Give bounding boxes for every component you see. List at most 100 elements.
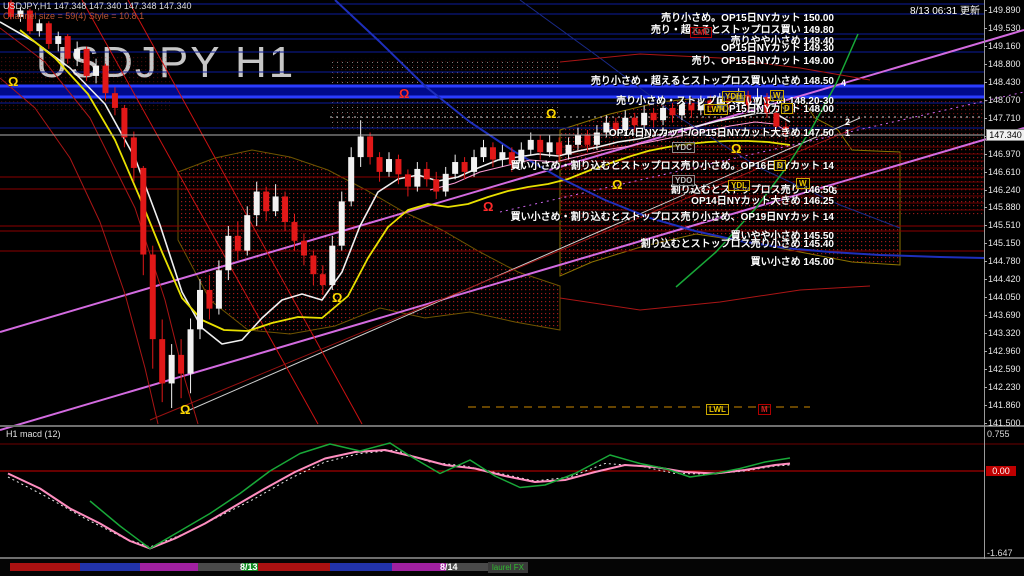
omega-marker: Ω [180, 402, 190, 417]
candle-body [443, 174, 449, 192]
macd-signal-dotted [8, 450, 790, 547]
candle-body [310, 256, 316, 275]
price-axis-label: 146.970 [988, 149, 1021, 159]
trade-annotation: 買い小さめ 145.00 [751, 253, 834, 268]
candle-body [339, 201, 345, 245]
price-axis-label: 142.230 [988, 382, 1021, 392]
candle-body [150, 255, 156, 340]
level-label-box: D [774, 160, 786, 171]
candle-body [216, 270, 222, 308]
candle-body [462, 162, 468, 172]
indicator-info: Channel size = 59(4) Style = 10.8.1 [3, 11, 144, 21]
candle-body [197, 290, 203, 329]
candle-body [556, 142, 562, 154]
count-marker: 4 [841, 78, 846, 88]
level-label-box: M [758, 404, 771, 415]
axis-tick [984, 423, 987, 424]
axis-tick [984, 297, 987, 298]
level-label-box: W [796, 178, 810, 189]
candle-body [660, 108, 666, 120]
axis-tick [984, 28, 987, 29]
price-axis-label: 148.430 [988, 77, 1021, 87]
price-axis-label: 144.050 [988, 292, 1021, 302]
price-axis-label: 144.420 [988, 274, 1021, 284]
time-axis-strip[interactable]: laurel FX 8/138/14 [0, 559, 1024, 576]
omega-marker: Ω [612, 177, 622, 192]
candle-body [178, 355, 184, 374]
candle-body [329, 246, 335, 285]
level-label-box: YDO [672, 175, 695, 186]
main-chart[interactable] [0, 0, 1024, 576]
price-axis-label: 148.800 [988, 59, 1021, 69]
candle-body [348, 157, 354, 201]
omega-marker: Ω [399, 86, 409, 101]
axis-tick [984, 10, 987, 11]
env-red-4 [560, 286, 870, 310]
price-axis-label: 144.780 [988, 256, 1021, 266]
axis-tick [984, 225, 987, 226]
session-segment [258, 563, 330, 571]
trade-annotation: 割り込むとストップロス売り小さめ 145.40 [641, 235, 834, 250]
price-axis-label: 149.530 [988, 23, 1021, 33]
level-label-box: W [770, 90, 784, 101]
candle-body [235, 236, 241, 251]
price-axis-label: 146.610 [988, 167, 1021, 177]
axis-tick [984, 405, 987, 406]
ohlc-info: USDJPY,H1 147.348 147.340 147.348 147.34… [3, 1, 192, 11]
pane-separator [0, 425, 1024, 427]
candle-body [528, 140, 534, 150]
candle-body [395, 159, 401, 174]
date-label: 8/13 [240, 562, 258, 572]
brand-stamp: laurel FX [488, 562, 528, 573]
axis-tick [984, 333, 987, 334]
price-axis-label: 149.160 [988, 41, 1021, 51]
axis-tick [984, 387, 987, 388]
axis-tick [984, 82, 987, 83]
macd-line-pink [8, 450, 790, 549]
candle-body [292, 222, 298, 241]
price-axis-label: 148.070 [988, 95, 1021, 105]
candle-body [377, 157, 383, 172]
indicator-title: H1 macd (12) [6, 429, 61, 439]
candle-body [547, 142, 553, 152]
candle-body [566, 145, 572, 155]
level-label-box: YDL [728, 180, 750, 191]
macd-line-green [90, 443, 790, 549]
omega-marker: Ω [546, 106, 556, 121]
axis-tick [984, 279, 987, 280]
candle-body [46, 23, 52, 44]
session-segment [330, 563, 392, 571]
axis-tick [984, 369, 987, 370]
count-marker: 5 [832, 186, 837, 196]
candle-body [244, 215, 250, 250]
candle-body [55, 36, 61, 44]
axis-tick [984, 118, 987, 119]
trade-annotation: 買い小さめ・割り込むとストップロス売り小さめ、OP19日NYカット 14 [511, 208, 834, 223]
candle-body [131, 137, 137, 168]
omega-marker: Ω [8, 74, 18, 89]
level-label-box: LML [690, 27, 712, 38]
axis-border [984, 0, 985, 576]
price-axis-label: 147.710 [988, 113, 1021, 123]
candle-body [651, 113, 657, 120]
candle-body [433, 179, 439, 191]
candle-body [481, 147, 487, 157]
price-axis-label: 143.320 [988, 328, 1021, 338]
axis-tick [984, 351, 987, 352]
candle-body [112, 93, 118, 108]
level-label-box: LWL [706, 404, 729, 415]
candle-body [386, 159, 392, 172]
current-price-tag: 147.340 [986, 129, 1024, 141]
candle-body [225, 236, 231, 270]
omega-marker: Ω [731, 141, 741, 156]
price-axis-label: 141.500 [988, 418, 1021, 428]
candle-body [188, 329, 194, 373]
axis-tick [984, 243, 987, 244]
count-marker: 1 [845, 128, 850, 138]
axis-tick [984, 64, 987, 65]
level-label-box: YDH [722, 91, 745, 102]
axis-tick [984, 315, 987, 316]
candle-body [499, 152, 505, 159]
trade-annotation: OP14日NYカット大きめ 146.25 [691, 192, 834, 207]
candle-body [121, 108, 127, 138]
